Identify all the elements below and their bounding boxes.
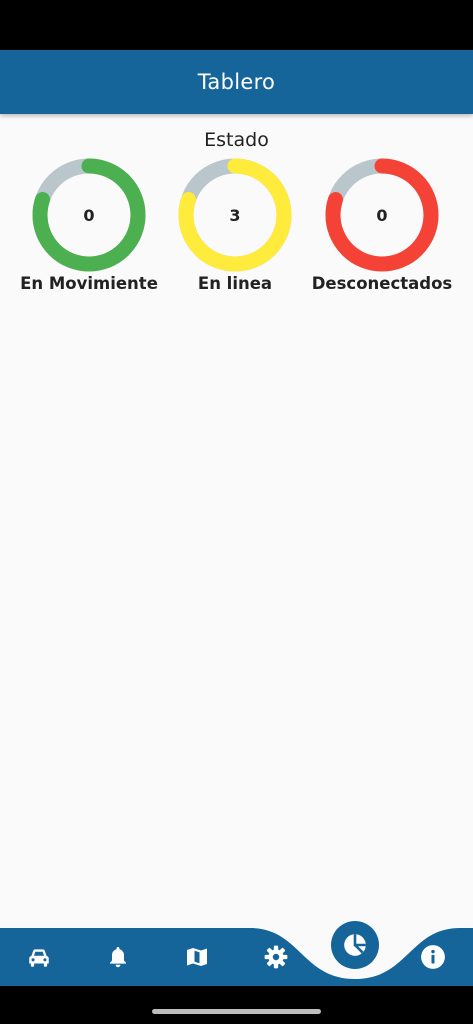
nav-vehicles-button[interactable] (0, 928, 78, 986)
info-icon (421, 945, 445, 969)
gauge-label: En Movimiente (20, 274, 158, 293)
gauge-en-linea: 3 En linea (160, 157, 310, 293)
nav-alerts-button[interactable] (79, 928, 157, 986)
nav-dashboard-button[interactable] (331, 921, 379, 969)
home-indicator (152, 1009, 321, 1014)
bell-icon (110, 947, 126, 968)
map-icon (187, 948, 207, 966)
car-icon (29, 949, 49, 967)
app-bar: Tablero (0, 50, 473, 114)
gauge-value: 0 (376, 205, 388, 225)
system-gesture-bar (0, 986, 473, 1024)
nav-info-button[interactable] (394, 928, 472, 986)
status-bar (0, 0, 473, 50)
page-title: Tablero (197, 70, 276, 94)
pie-chart-icon (344, 934, 366, 956)
bottom-navigation (0, 914, 473, 986)
gauge-value: 3 (229, 205, 241, 225)
nav-settings-button[interactable] (237, 928, 315, 986)
gauge-label: Desconectados (311, 274, 453, 293)
nav-map-button[interactable] (158, 928, 236, 986)
gauge-value: 0 (83, 205, 95, 225)
gauge-en-movimiento: 0 En Movimiente (14, 157, 164, 293)
section-title: Estado (204, 129, 269, 151)
gauge-desconectados: 0 Desconectados (307, 157, 457, 293)
gear-icon (264, 945, 288, 969)
gauge-label: En linea (197, 274, 273, 293)
status-gauges: 0 En Movimiente 3 En linea 0 Desconectad… (0, 157, 473, 307)
